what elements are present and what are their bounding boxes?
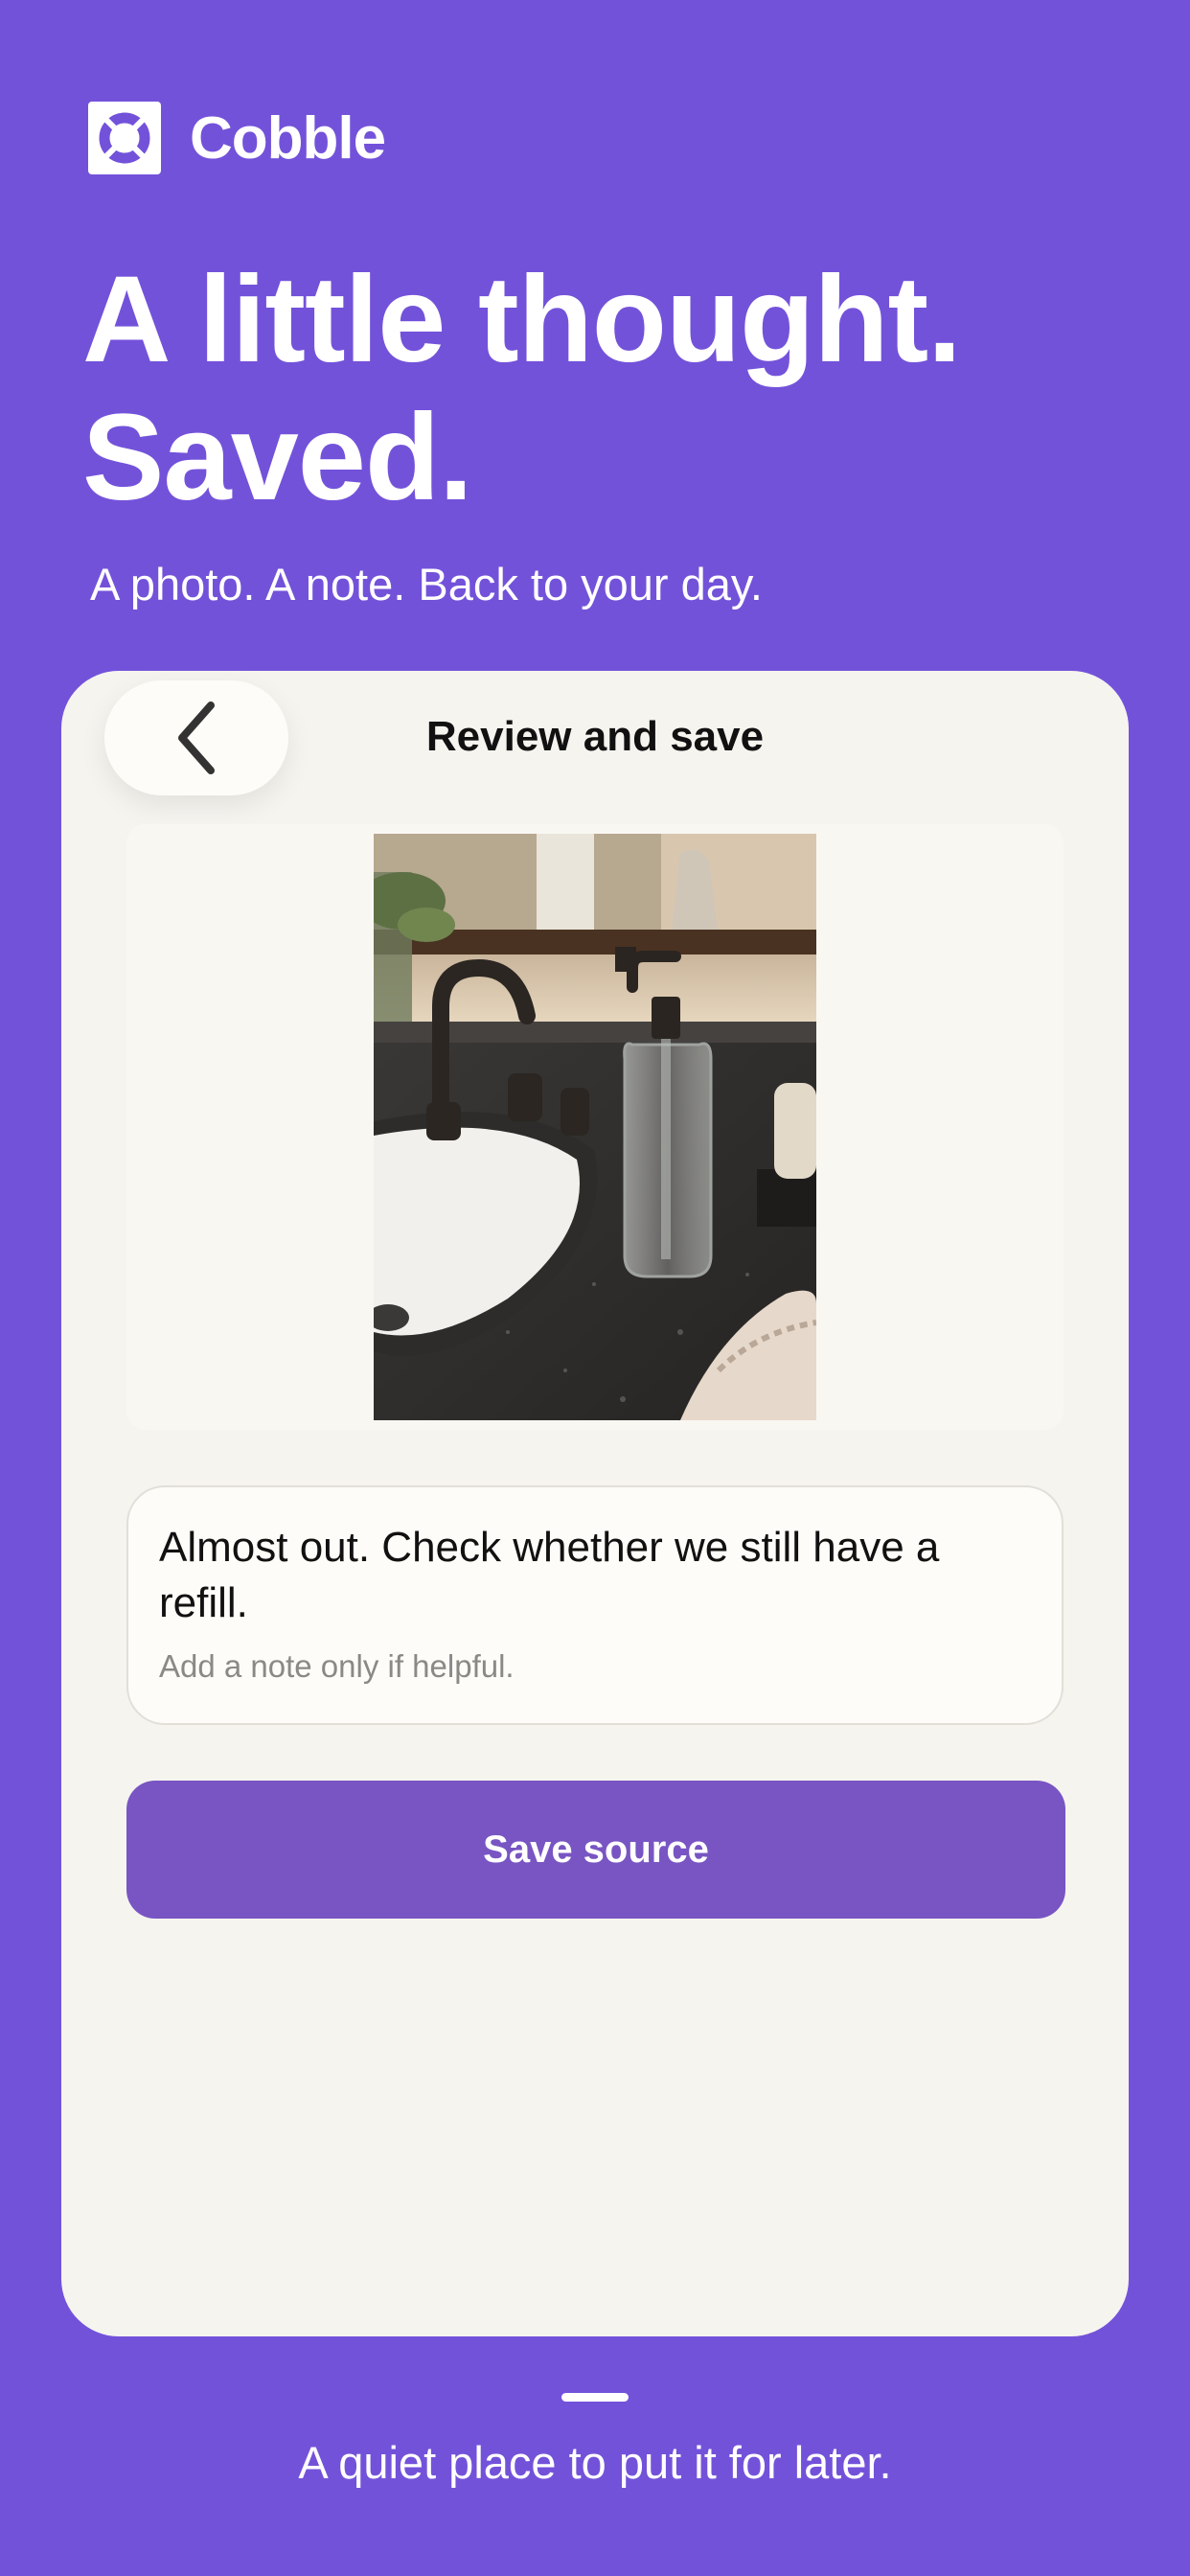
- headline-line-1: A little thought.: [82, 251, 962, 388]
- home-indicator: [561, 2393, 629, 2402]
- brand-name: Cobble: [190, 104, 386, 172]
- note-input[interactable]: Almost out. Check whether we still have …: [126, 1485, 1064, 1725]
- photo-preview[interactable]: [374, 834, 816, 1420]
- screen-title: Review and save: [425, 713, 765, 760]
- note-text-value[interactable]: Almost out. Check whether we still have …: [159, 1520, 1031, 1631]
- brand: Cobble: [88, 102, 386, 174]
- cobble-logo-icon: [88, 102, 161, 174]
- footer-caption: A quiet place to put it for later.: [298, 2437, 892, 2488]
- page-headline: A little thought. Saved.: [82, 251, 962, 527]
- photo-preview-frame: [126, 824, 1064, 1430]
- save-source-button[interactable]: Save source: [126, 1781, 1065, 1919]
- note-placeholder: Add a note only if helpful.: [159, 1648, 515, 1684]
- headline-line-2: Saved.: [82, 389, 473, 526]
- review-screen-card: Review and save Almost out. Check whethe…: [61, 671, 1129, 2336]
- page-subheadline: A photo. A note. Back to your day.: [90, 559, 763, 610]
